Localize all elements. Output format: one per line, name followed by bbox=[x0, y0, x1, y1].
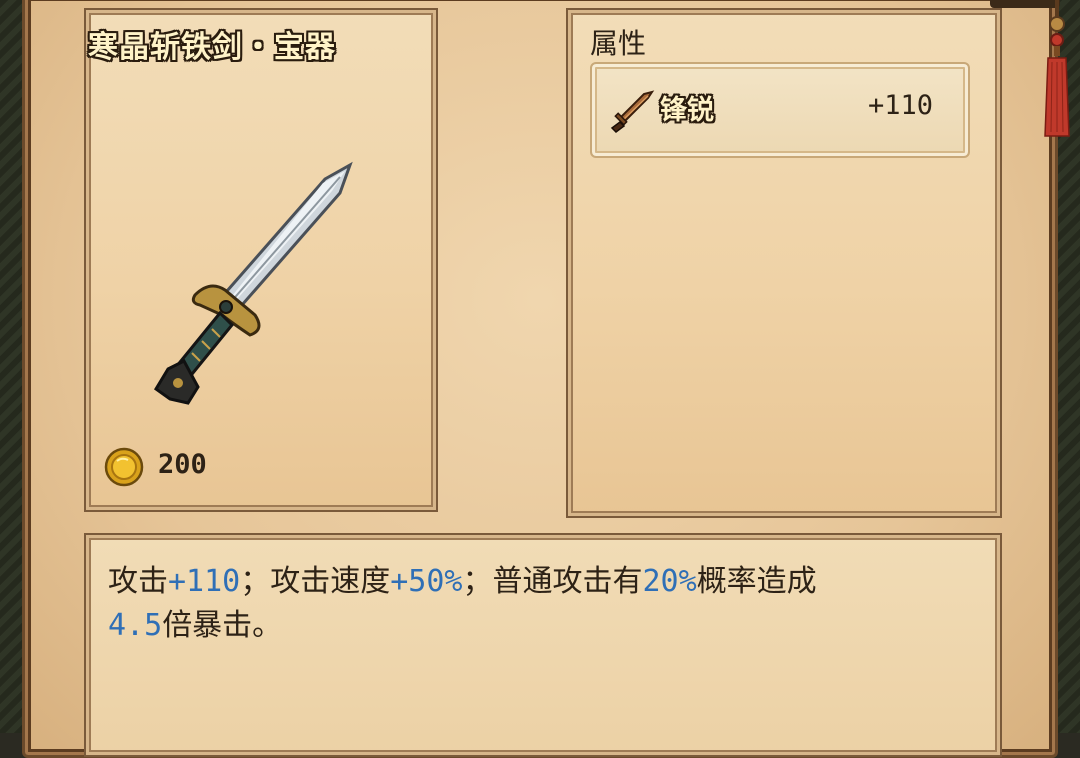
desc-text: 攻击 bbox=[108, 564, 168, 599]
desc-value: +110 bbox=[168, 564, 241, 599]
item-title: 寒晶斩铁剑・宝器 bbox=[88, 30, 336, 65]
gold-coin-icon bbox=[104, 447, 144, 487]
desc-text: ；普通攻击有 bbox=[462, 564, 643, 599]
desc-value: 20% bbox=[642, 564, 697, 599]
item-price: 200 bbox=[158, 449, 207, 480]
item-sword-image bbox=[154, 161, 353, 405]
background-left bbox=[0, 0, 22, 733]
desc-value: +50% bbox=[390, 564, 463, 599]
item-description: 攻击+110；攻击速度+50%；普通攻击有20%概率造成 4.5倍暴击。 bbox=[108, 560, 988, 648]
desc-text: 概率造成 bbox=[696, 564, 817, 599]
attribute-value: +110 bbox=[868, 90, 934, 121]
desc-text: ；攻击速度 bbox=[240, 564, 391, 599]
attribute-name: 锋锐 bbox=[660, 95, 714, 126]
desc-text: 倍暴击。 bbox=[162, 608, 283, 643]
tassel-decoration bbox=[1044, 0, 1070, 137]
sword-icon bbox=[610, 90, 655, 133]
attributes-header: 属性 bbox=[590, 27, 647, 60]
desc-value: 4.5 bbox=[108, 608, 163, 643]
